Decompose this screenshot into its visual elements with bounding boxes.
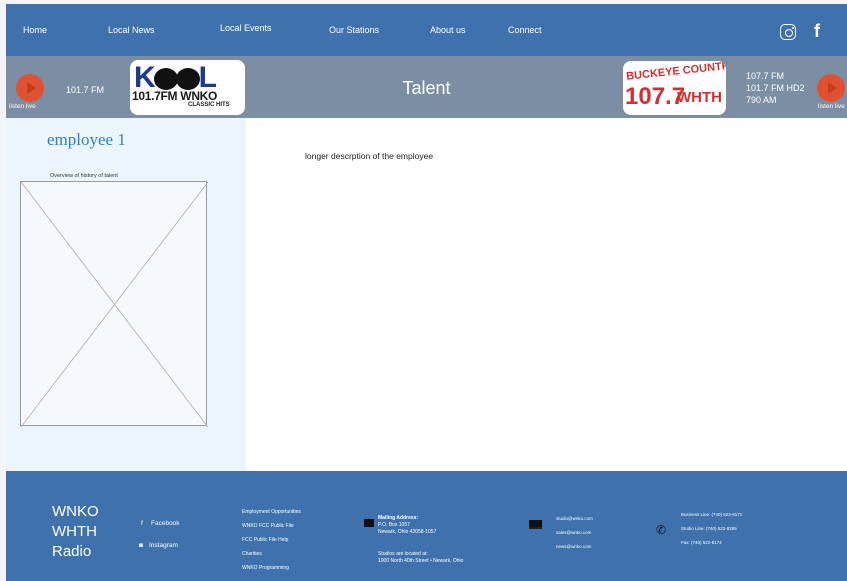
- play-icon[interactable]: [817, 74, 845, 102]
- mailing-line: P.O. Box 1057: [378, 522, 410, 528]
- nav-about-us[interactable]: About us: [430, 25, 466, 35]
- instagram-icon[interactable]: [780, 24, 796, 40]
- footer-brand: WNKO WHTH Radio: [52, 502, 99, 562]
- studios-line: 1000 North 40th Street • Newark, Ohio: [378, 558, 464, 564]
- mailing-line: Newark, Ohio 43058-1057: [378, 529, 437, 535]
- phone-business: Business Line: (740) 522-8171: [681, 512, 743, 517]
- email-sales[interactable]: sales@wnko.com: [556, 530, 591, 535]
- footer-link-fcc-help[interactable]: FCC Public File Help: [242, 533, 301, 547]
- footer-link-fcc-public-file[interactable]: WNKO FCC Public File: [242, 519, 301, 533]
- footer-brand-line: WNKO: [52, 503, 99, 520]
- station-bar: listen live 101.7 FM KL 101.7FM WNKO CLA…: [6, 56, 847, 118]
- instagram-icon: ◙: [139, 542, 143, 549]
- employee-main: longer descrption of the employee: [246, 118, 847, 471]
- nav-connect[interactable]: Connect: [508, 25, 542, 35]
- mailing-heading: Mailing Address:: [378, 515, 419, 521]
- footer-link-charities[interactable]: Charities: [242, 547, 301, 561]
- right-frequency-2: 101.7 FM HD2: [746, 83, 805, 93]
- employee-name: employee 1: [47, 130, 126, 149]
- site-frame: Home Local News Local Events Our Station…: [6, 4, 847, 581]
- email-studio[interactable]: studio@wnko.com: [556, 516, 593, 521]
- phone-icon: ✆: [656, 523, 667, 537]
- mailing-address: Mailing Address: P.O. Box 1057 Newark, O…: [378, 515, 436, 536]
- footer-brand-line: Radio: [52, 543, 92, 560]
- buckeye-country-logo[interactable]: BUCKEYE COUNTRY 107.7 WHTH: [623, 61, 726, 115]
- nav-our-stations[interactable]: Our Stations: [329, 25, 379, 35]
- page: Home Local News Local Events Our Station…: [0, 0, 847, 581]
- phone-fax: Fax: (740) 522-8174: [681, 540, 722, 545]
- nav-home[interactable]: Home: [23, 25, 47, 35]
- nav-local-events[interactable]: Local Events: [220, 23, 272, 33]
- employee-sidebar: employee 1 Overview of history of talent: [6, 118, 246, 471]
- footer-social-label: Facebook: [151, 520, 180, 527]
- right-frequency-1: 107.7 FM: [746, 71, 785, 81]
- email-news[interactable]: news@wnko.com: [556, 544, 591, 549]
- footer-instagram-link[interactable]: ◙ Instagram: [139, 542, 178, 549]
- buckeye-logo-call-letters: WHTH: [677, 89, 722, 106]
- studios-heading: Studios are located at:: [378, 551, 428, 557]
- footer-facebook-link[interactable]: f Facebook: [141, 520, 180, 527]
- phone-studio: Studio Line: (740) 522-8285: [681, 526, 737, 531]
- top-navigation: Home Local News Local Events Our Station…: [6, 4, 847, 56]
- footer: WNKO WHTH Radio f Facebook ◙ Instagram Emp…: [6, 471, 847, 581]
- facebook-icon[interactable]: f: [814, 21, 820, 42]
- footer-social-label: Instagram: [149, 542, 178, 549]
- buckeye-logo-top-text: BUCKEYE COUNTRY: [625, 61, 726, 83]
- employee-description: longer descrption of the employee: [305, 151, 434, 161]
- nav-local-news[interactable]: Local News: [108, 25, 155, 35]
- footer-brand-line: WHTH: [52, 523, 97, 540]
- footer-link-programming[interactable]: WNKO Programming: [242, 561, 301, 575]
- right-frequency-3: 790 AM: [746, 95, 777, 105]
- footer-link-employment[interactable]: Employment Opportunities: [242, 505, 301, 519]
- overview-label: Overview of history of talent: [50, 173, 118, 179]
- kool-logo-tagline: CLASSIC HITS: [188, 102, 230, 108]
- listen-live-label[interactable]: listen live: [9, 103, 36, 110]
- laptop-icon: [529, 520, 542, 529]
- listen-live-label[interactable]: listen live: [818, 103, 845, 110]
- employee-photo-placeholder: [20, 181, 208, 427]
- image-placeholder-icon: [21, 182, 208, 427]
- footer-links: Employment Opportunities WNKO FCC Public…: [242, 505, 301, 575]
- facebook-icon: f: [141, 520, 143, 527]
- mail-icon: [364, 519, 374, 527]
- studio-address: Studios are located at: 1000 North 40th …: [378, 551, 463, 565]
